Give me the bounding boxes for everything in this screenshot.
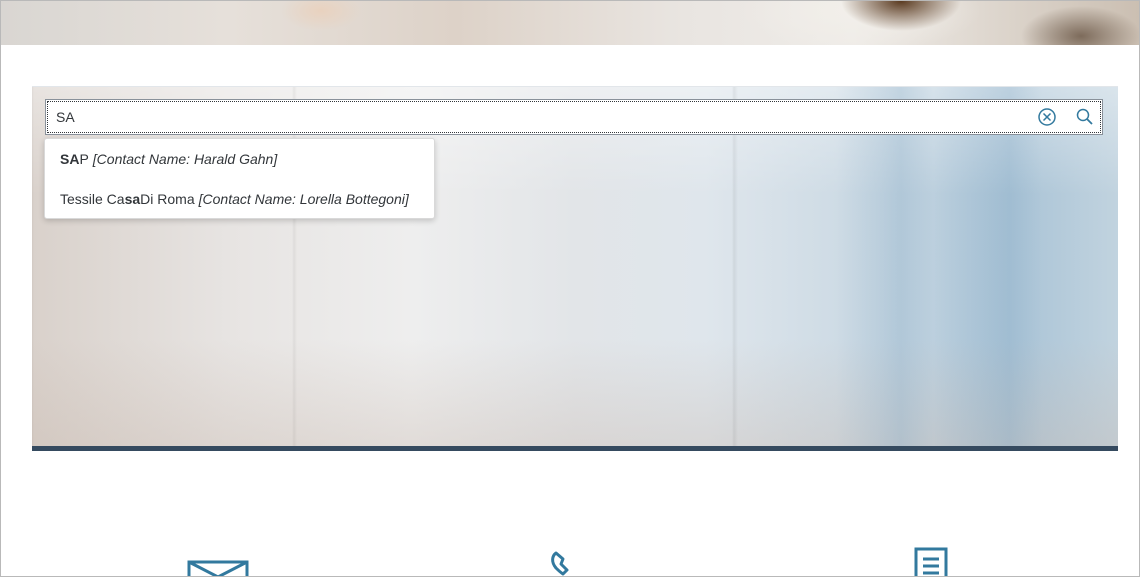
suggestion-pre: Tessile Ca [60,191,125,207]
suggestions-dropdown: SA P [Contact Name: Harald Gahn] Tessile C… [44,138,435,219]
document-icon[interactable] [913,547,949,577]
search-icon [1076,108,1093,125]
clear-circle-icon [1038,108,1056,126]
app-frame: SAP[Contact Name: Harald Gahn] Tessile C… [0,0,1140,577]
suggestion-match: SA [60,151,80,167]
suggestion-post: P [79,151,89,167]
search-field[interactable] [45,99,1103,135]
suggestion-item[interactable]: SA P [Contact Name: Harald Gahn] [45,139,434,179]
suggestion-item[interactable]: Tessile Ca sa Di Roma [Contact Name: Lorel… [45,179,434,219]
envelope-icon[interactable] [187,559,249,577]
top-banner-image [1,1,1139,45]
clear-button[interactable] [1030,100,1064,134]
suggestion-post: Di Roma [140,191,195,207]
hero-bottom-bar [32,446,1118,451]
search-button[interactable] [1068,100,1102,134]
suggestion-match: sa [124,191,141,207]
phone-icon[interactable] [547,550,575,577]
suggestion-contact: [Contact Name: Lorella Bottegoni] [198,191,409,207]
search-input[interactable] [56,100,1016,134]
suggestion-contact: [Contact Name: Harald Gahn] [92,151,278,167]
